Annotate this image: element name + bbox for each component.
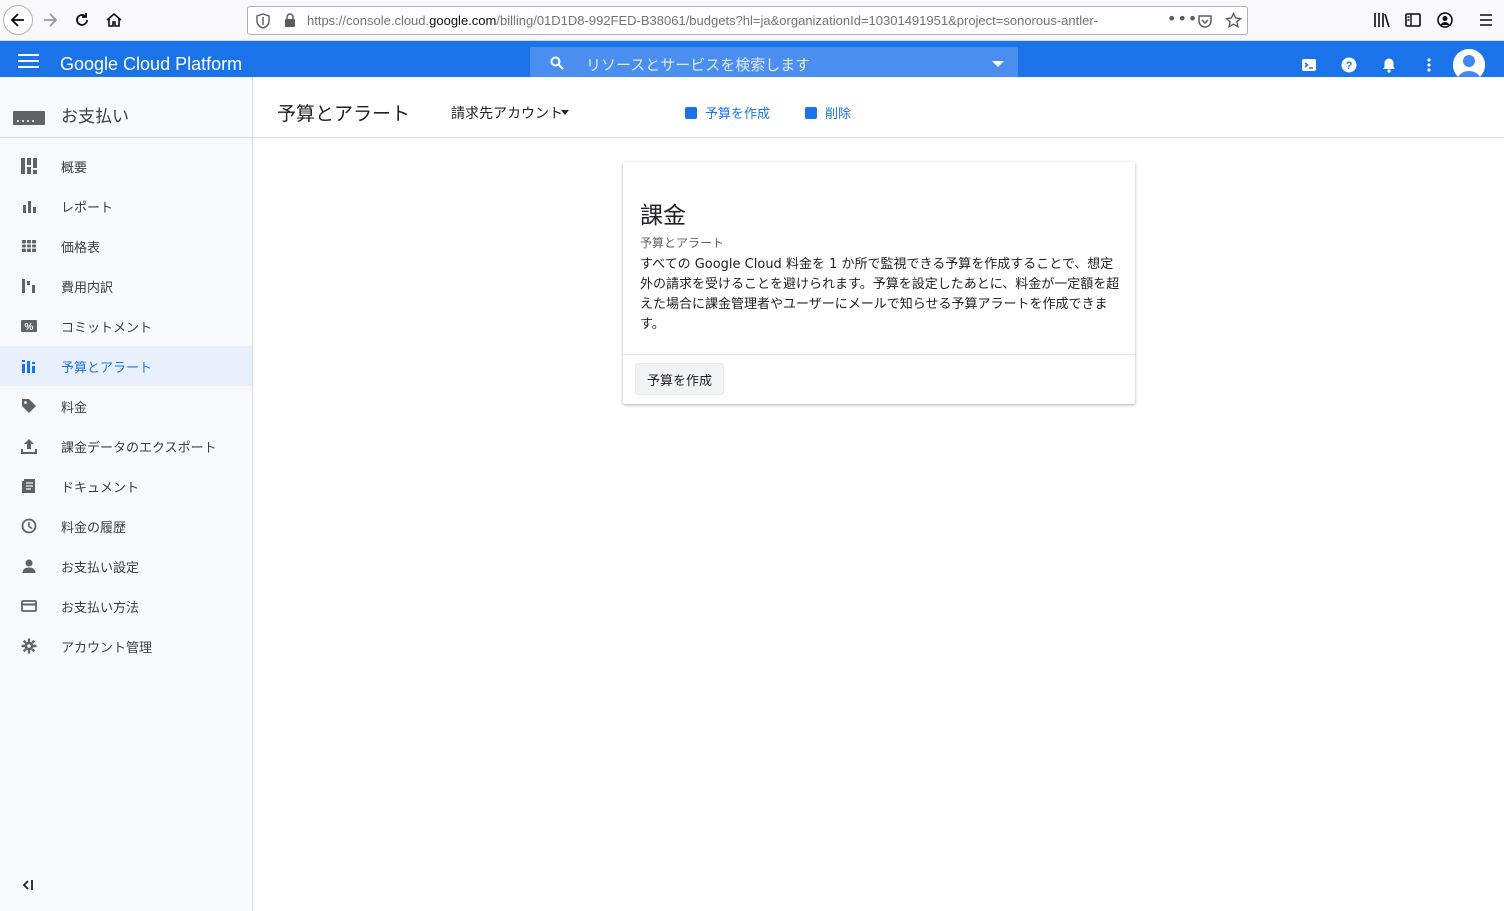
chevron-down-icon[interactable] xyxy=(561,110,569,115)
empty-state-card: 課金 予算とアラート すべての Google Cloud 料金を 1 か所で監視… xyxy=(623,162,1135,404)
bookmark-star-icon[interactable] xyxy=(1225,12,1242,29)
sidebar-item-label: 価格表 xyxy=(61,240,101,256)
sidebar-item-documents[interactable]: ドキュメント xyxy=(0,466,252,506)
sidebar-item-budgets-alerts[interactable]: 予算とアラート xyxy=(0,346,252,386)
page-actions-menu-icon[interactable]: ••• xyxy=(1167,9,1198,28)
gcp-header: Google Cloud Platform リソースとサービスを検索します ? xyxy=(0,41,1504,81)
sidebar-item-reports[interactable]: レポート xyxy=(0,186,252,226)
arrow-right-icon xyxy=(44,13,58,27)
search-icon xyxy=(550,56,564,70)
browser-toolbar: https://console.cloud.google.com/billing… xyxy=(0,0,1504,41)
svg-text:?: ? xyxy=(1346,60,1353,72)
collapse-sidebar-icon[interactable] xyxy=(21,879,35,891)
notifications-bell-icon[interactable] xyxy=(1381,57,1397,73)
upload-icon xyxy=(21,439,37,454)
billing-account-selector[interactable]: 請求先アカウント xyxy=(451,103,563,123)
sidebar-item-label: レポート xyxy=(61,200,114,216)
sidebar-item-payment-settings[interactable]: お支払い設定 xyxy=(0,546,252,586)
waterfall-icon xyxy=(22,279,35,293)
sidebar-item-label: コミットメント xyxy=(61,320,153,336)
hamburger-menu-icon[interactable] xyxy=(1477,11,1495,29)
menu-icon[interactable] xyxy=(18,54,39,68)
person-icon xyxy=(22,559,36,573)
sidebar-item-label: 料金 xyxy=(61,400,88,416)
sidebar-item-transactions[interactable]: 料金の履歴 xyxy=(0,506,252,546)
search-input[interactable]: リソースとサービスを検索します xyxy=(530,47,1018,77)
delete-icon xyxy=(805,106,817,119)
sidebar-toggle-icon[interactable] xyxy=(1404,11,1422,29)
sidebar-item-label: お支払い設定 xyxy=(61,560,140,576)
percent-icon: % xyxy=(21,320,37,333)
page-title: 予算とアラート xyxy=(277,103,411,125)
library-icon[interactable] xyxy=(1373,11,1391,29)
sidebar-item-label: 概要 xyxy=(61,160,88,176)
sidebar-title: お支払い xyxy=(61,107,129,127)
sidebar-item-label: ドキュメント xyxy=(61,480,140,496)
add-box-icon xyxy=(685,106,697,119)
dashboard-icon xyxy=(21,158,37,174)
sidebar-item-commitments[interactable]: % コミットメント xyxy=(0,306,252,346)
reload-button[interactable] xyxy=(67,5,97,35)
budget-icon xyxy=(22,360,35,373)
sidebar-item-account-management[interactable]: アカウント管理 xyxy=(0,626,252,666)
sidebar: お支払い 概要 レポート 価格表 費用内訳 % コミットメント 予算とアラート … xyxy=(0,77,253,911)
search-placeholder: リソースとサービスを検索します xyxy=(586,56,811,74)
lock-icon[interactable] xyxy=(284,13,296,27)
create-budget-button[interactable]: 予算を作成 xyxy=(685,103,770,122)
sidebar-item-label: 課金データのエクスポート xyxy=(61,440,217,456)
home-button[interactable] xyxy=(99,5,129,35)
billing-icon xyxy=(13,111,45,125)
tag-icon xyxy=(22,399,36,413)
delete-button[interactable]: 削除 xyxy=(805,103,851,122)
cloud-shell-icon[interactable] xyxy=(1301,57,1317,73)
account-icon[interactable] xyxy=(1436,11,1454,29)
sidebar-header: お支払い xyxy=(0,77,252,138)
table-icon xyxy=(22,240,36,252)
card-title: 課金 xyxy=(640,203,686,229)
more-vert-icon[interactable] xyxy=(1421,57,1437,73)
home-icon xyxy=(106,12,122,27)
card-description: すべての Google Cloud 料金を 1 か所で監視できる予算を作成するこ… xyxy=(640,257,1120,332)
sidebar-item-label: アカウント管理 xyxy=(61,640,153,656)
card-subtitle: 予算とアラート xyxy=(640,236,725,250)
card-divider xyxy=(623,354,1135,355)
chevron-down-icon[interactable] xyxy=(992,61,1004,67)
delete-label: 削除 xyxy=(825,107,852,122)
sidebar-item-overview[interactable]: 概要 xyxy=(0,146,252,186)
document-icon xyxy=(22,479,35,493)
shield-icon[interactable] xyxy=(256,13,270,29)
reload-icon xyxy=(76,13,88,26)
forward-button[interactable] xyxy=(35,5,65,35)
page-toolbar: 予算とアラート 請求先アカウント 予算を作成 削除 xyxy=(253,77,1504,138)
sidebar-item-label: 費用内訳 xyxy=(61,280,114,296)
sidebar-item-pricing[interactable]: 価格表 xyxy=(0,226,252,266)
sidebar-item-payment-method[interactable]: お支払い方法 xyxy=(0,586,252,626)
create-budget-label: 予算を作成 xyxy=(705,107,771,122)
create-budget-card-button[interactable]: 予算を作成 xyxy=(635,363,724,395)
svg-text:%: % xyxy=(25,322,34,333)
gear-icon xyxy=(21,638,37,654)
product-title[interactable]: Google Cloud Platform xyxy=(60,54,242,75)
url-text[interactable]: https://console.cloud.google.com/billing… xyxy=(307,13,1167,28)
arrow-left-icon xyxy=(10,13,24,27)
sidebar-item-billing-export[interactable]: 課金データのエクスポート xyxy=(0,426,252,466)
clock-icon xyxy=(21,518,37,534)
sidebar-item-charges[interactable]: 料金 xyxy=(0,386,252,426)
sidebar-item-cost-breakdown[interactable]: 費用内訳 xyxy=(0,266,252,306)
credit-card-icon xyxy=(21,600,37,612)
sidebar-item-label: 料金の履歴 xyxy=(61,520,127,536)
sidebar-item-label: お支払い方法 xyxy=(61,600,140,616)
bar-chart-icon xyxy=(23,201,36,213)
url-bar[interactable]: https://console.cloud.google.com/billing… xyxy=(247,6,1248,35)
sidebar-item-label: 予算とアラート xyxy=(61,360,153,376)
help-icon[interactable]: ? xyxy=(1341,57,1357,73)
pocket-icon[interactable] xyxy=(1197,13,1213,29)
back-button[interactable] xyxy=(3,5,33,35)
